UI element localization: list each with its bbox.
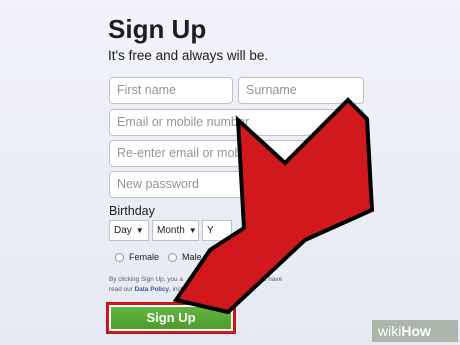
terms-text: By clicking Sign Up, you a rms and that y… [109, 276, 283, 293]
watermark-wiki: wiki [378, 323, 402, 339]
month-select-value: Month [157, 225, 185, 236]
month-select[interactable]: Month ▼ [152, 220, 199, 241]
data-policy-link[interactable]: Data Policy [135, 286, 169, 293]
first-name-field[interactable]: First name [109, 77, 233, 104]
wikihow-watermark: wikiHow [372, 320, 458, 342]
page-subtitle: It's free and always will be. [108, 48, 269, 63]
female-radio-row[interactable]: Female [115, 252, 159, 262]
reenter-email-field[interactable]: Re-enter email or mob [109, 140, 364, 167]
male-radio[interactable] [168, 252, 177, 262]
chevron-down-icon: ▼ [188, 226, 197, 235]
chevron-down-icon: ▼ [135, 226, 144, 235]
terms-line1-end: rms and that you have [218, 276, 283, 283]
year-select-value: Y [207, 225, 214, 236]
terms-line1-start: By clicking Sign Up, you a [109, 276, 183, 283]
watermark-how: How [401, 323, 431, 339]
surname-field[interactable]: Surname [238, 77, 364, 104]
day-select-value: Day [114, 225, 132, 236]
male-radio-row[interactable]: Male [168, 252, 202, 262]
password-field[interactable]: New password [109, 171, 364, 198]
male-label: Male [182, 252, 202, 262]
email-field[interactable]: Email or mobile number [109, 109, 364, 136]
terms-line2-mid: , inclu [169, 286, 186, 293]
sign-up-button[interactable]: Sign Up [107, 303, 235, 333]
birthday-label: Birthday [109, 204, 155, 218]
female-label: Female [129, 252, 160, 262]
page-title: Sign Up [108, 14, 207, 44]
cookie-use-link[interactable]: Cookie Use [220, 286, 255, 293]
female-radio[interactable] [115, 252, 124, 262]
terms-line2-start: read our [109, 286, 133, 293]
day-select[interactable]: Day ▼ [109, 220, 149, 241]
year-select[interactable]: Y [202, 220, 232, 241]
